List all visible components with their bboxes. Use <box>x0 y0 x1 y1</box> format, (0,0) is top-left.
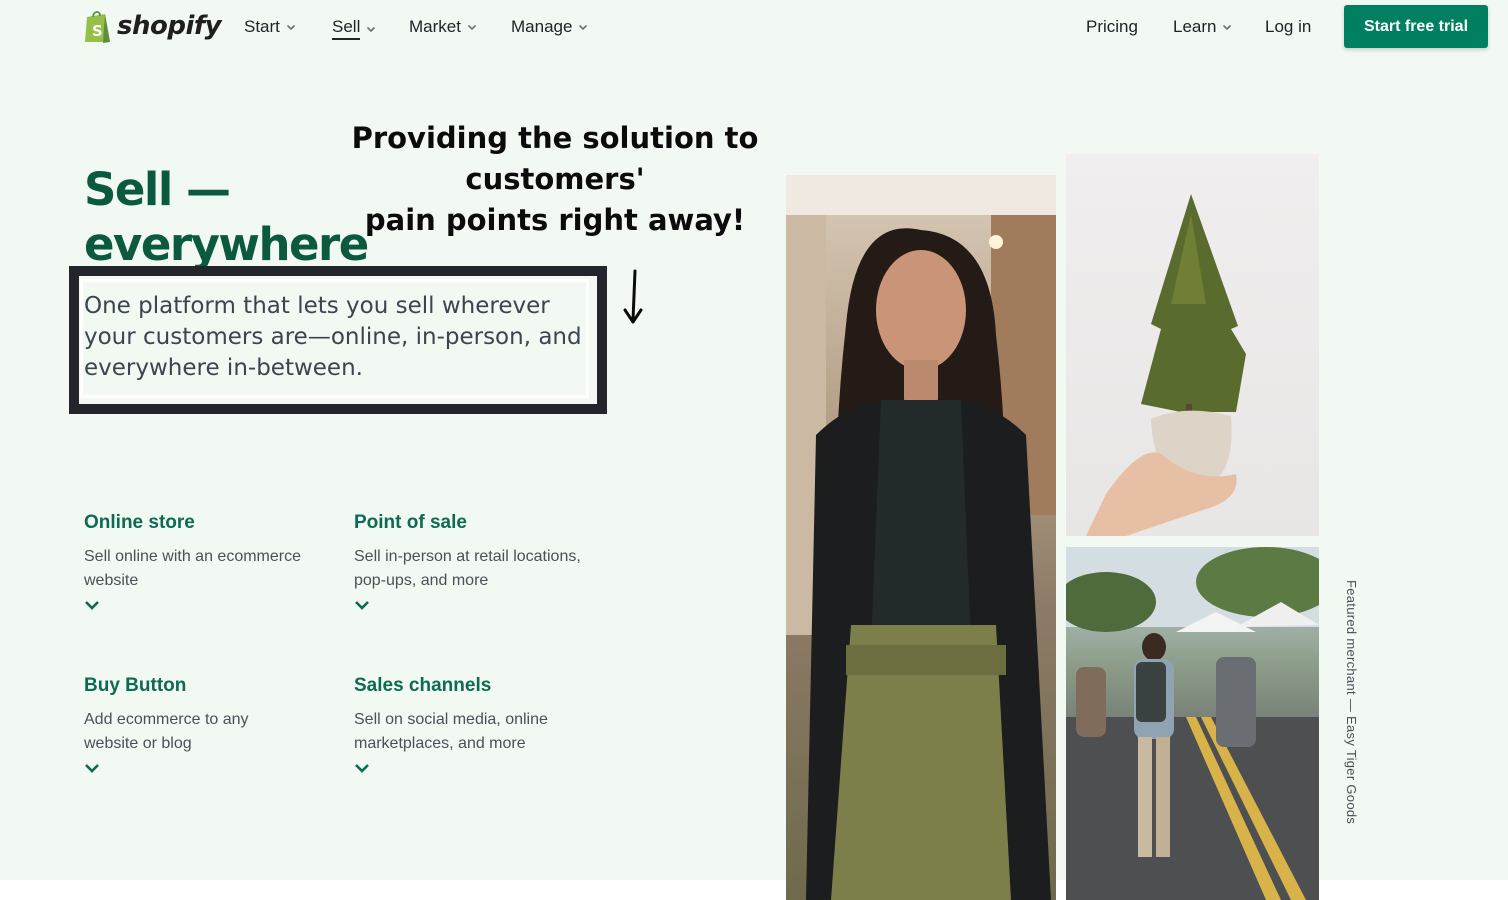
shopify-logo[interactable]: S shopify <box>83 8 222 44</box>
feature-description: Sell in-person at retail locations, pop-… <box>354 548 581 589</box>
nav-pricing-label: Pricing <box>1086 17 1138 36</box>
feature-description: Add ecommerce to any website or blog <box>84 711 249 752</box>
chevron-down-icon <box>467 24 477 31</box>
svg-text:S: S <box>92 22 103 40</box>
feature-point-of-sale: Point of sale Sell in-person at retail l… <box>354 511 594 611</box>
feature-title[interactable]: Buy Button <box>84 674 274 698</box>
nav-start-label: Start <box>244 17 280 36</box>
hero-title: Sell — everywhere <box>84 162 404 272</box>
nav-start[interactable]: Start <box>244 17 296 37</box>
hero-title-line-2: everywhere <box>84 218 369 271</box>
top-navigation: S shopify Start Sell Market Manage Prici… <box>0 0 1508 56</box>
chevron-down-icon <box>579 24 588 31</box>
merchant-photo <box>786 175 1056 900</box>
nav-login-label: Log in <box>1265 17 1312 36</box>
shopify-bag-icon: S <box>85 11 110 43</box>
chevron-down-icon[interactable] <box>354 762 370 774</box>
nav-manage-label: Manage <box>511 17 573 36</box>
hero-title-line-1: Sell — <box>84 163 231 216</box>
market-photo <box>1066 547 1319 900</box>
feature-sales-channels: Sales channels Sell on social media, onl… <box>354 674 574 774</box>
chevron-down-icon <box>1223 24 1232 31</box>
nav-market-label: Market <box>409 17 461 36</box>
photo-caption: Featured merchant — Easy Tiger Goods <box>1344 580 1359 825</box>
feature-title[interactable]: Sales channels <box>354 674 574 698</box>
feature-buy-button: Buy Button Add ecommerce to any website … <box>84 674 274 774</box>
feature-title[interactable]: Point of sale <box>354 511 594 535</box>
plant-photo <box>1066 154 1319 536</box>
nav-manage[interactable]: Manage <box>511 17 588 37</box>
chevron-down-icon <box>367 26 376 32</box>
feature-description: Sell on social media, online marketplace… <box>354 711 548 752</box>
start-free-trial-button[interactable]: Start free trial <box>1344 5 1488 48</box>
nav-pricing[interactable]: Pricing <box>1086 17 1138 37</box>
nav-sell-label: Sell <box>332 17 361 40</box>
nav-sell[interactable]: Sell <box>332 17 376 40</box>
nav-login[interactable]: Log in <box>1265 17 1311 37</box>
nav-market[interactable]: Market <box>409 17 477 37</box>
arrow-down-icon <box>623 269 643 324</box>
feature-title[interactable]: Online store <box>84 511 334 535</box>
nav-learn[interactable]: Learn <box>1173 17 1232 37</box>
hero-subtitle: One platform that lets you sell wherever… <box>84 293 582 381</box>
chevron-down-icon[interactable] <box>354 599 370 611</box>
chevron-down-icon[interactable] <box>84 599 100 611</box>
logo-wordmark: shopify <box>117 11 222 41</box>
chevron-down-icon <box>286 24 295 31</box>
nav-learn-label: Learn <box>1173 17 1217 36</box>
feature-online-store: Online store Sell online with an ecommer… <box>84 511 334 611</box>
chevron-down-icon[interactable] <box>84 762 100 774</box>
feature-description: Sell online with an ecommerce website <box>84 548 301 589</box>
